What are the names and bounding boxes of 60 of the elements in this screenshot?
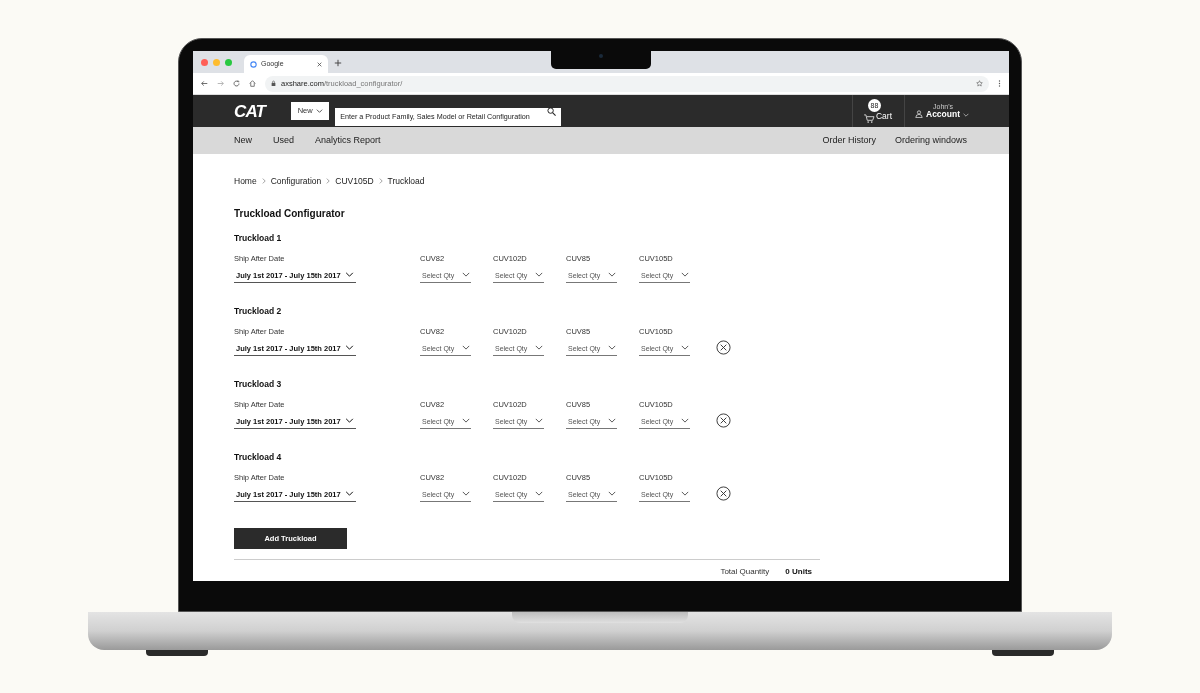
total-value: 0 Units: [785, 567, 812, 577]
chevron-down-icon: [535, 418, 543, 423]
laptop-foot: [992, 650, 1054, 656]
chevron-down-icon: [535, 272, 543, 277]
truckload-title: Truckload 1: [234, 232, 283, 244]
chevron-right-icon: [326, 178, 331, 184]
chevron-down-icon: [462, 272, 470, 277]
chevron-down-icon: [608, 491, 616, 496]
chevron-down-icon: [345, 418, 354, 423]
nav-link[interactable]: Order History: [822, 133, 876, 148]
chevron-down-icon: [462, 345, 470, 350]
chevron-down-icon: [681, 418, 689, 423]
chevron-down-icon: [462, 491, 470, 496]
home-icon[interactable]: [249, 80, 256, 87]
chevron-down-icon: [345, 272, 354, 277]
breadcrumb-link[interactable]: Home: [234, 174, 257, 188]
chevron-down-icon: [963, 112, 969, 117]
breadcrumb-link[interactable]: Truckload: [387, 174, 425, 188]
nav-link[interactable]: Used: [273, 133, 295, 148]
chevron-down-icon: [345, 345, 354, 350]
chevron-right-icon: [261, 178, 266, 184]
chevron-down-icon: [315, 109, 323, 113]
truckload-title: Truckload 2: [234, 305, 283, 317]
logo[interactable]: CAT: [234, 102, 266, 120]
nav-link[interactable]: New: [234, 133, 252, 148]
chevron-right-icon: [378, 178, 383, 184]
chevron-down-icon: [681, 272, 689, 277]
chevron-down-icon: [608, 345, 616, 350]
remove-icon[interactable]: [716, 340, 731, 355]
chevron-down-icon: [608, 418, 616, 423]
camera-icon: [599, 54, 603, 58]
lock-icon: [271, 80, 276, 87]
chevron-down-icon: [608, 272, 616, 277]
remove-icon[interactable]: [716, 413, 731, 428]
remove-icon[interactable]: [716, 486, 731, 501]
chevron-down-icon: [345, 491, 354, 496]
total-label: Total Quantity: [720, 567, 770, 577]
breadcrumb-link[interactable]: Configuration: [270, 174, 322, 188]
chevron-down-icon: [462, 418, 470, 423]
search-icon[interactable]: [547, 106, 557, 116]
nav-link[interactable]: Ordering windows: [894, 133, 967, 148]
more-icon[interactable]: [998, 80, 1001, 87]
chevron-down-icon: [681, 345, 689, 350]
nav-link[interactable]: Analytics Report: [315, 133, 381, 148]
chevron-down-icon: [681, 491, 689, 496]
truckload-title: Truckload 4: [234, 451, 283, 463]
close-icon[interactable]: [317, 61, 322, 67]
page-title: Truckload Configurator: [234, 208, 346, 220]
new-tab-icon[interactable]: [334, 59, 342, 67]
chevron-down-icon: [535, 345, 543, 350]
user-icon: [915, 109, 923, 118]
back-icon[interactable]: [201, 80, 208, 87]
breadcrumb-link[interactable]: CUV105D: [335, 174, 374, 188]
chevron-down-icon: [535, 491, 543, 496]
reload-icon[interactable]: [233, 80, 240, 87]
star-icon[interactable]: [976, 80, 983, 87]
close-window-icon[interactable]: [201, 58, 208, 66]
cart-icon: [863, 113, 875, 123]
laptop-foot: [146, 650, 208, 656]
truckload-title: Truckload 3: [234, 378, 283, 390]
